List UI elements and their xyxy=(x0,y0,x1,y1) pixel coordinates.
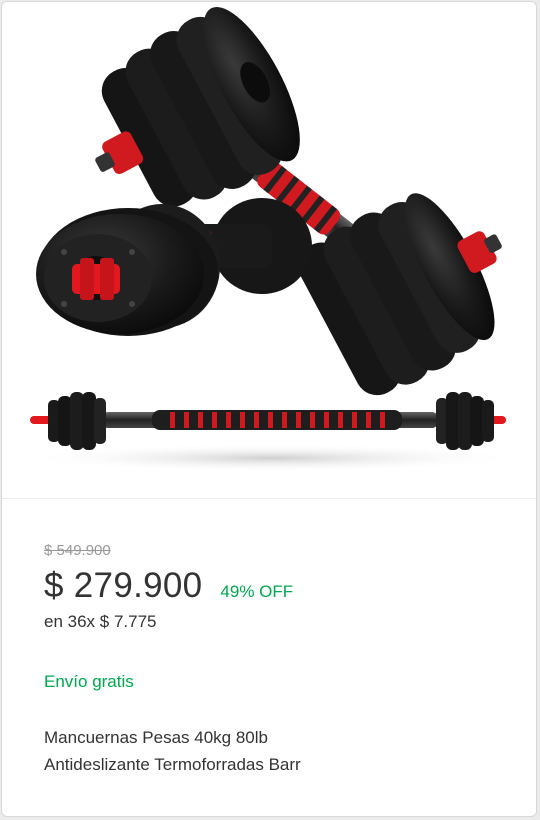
floor-shadow xyxy=(22,444,522,472)
top-dumbbell xyxy=(95,6,502,396)
product-card[interactable]: $ 549.900 $ 279.900 49% OFF en 36x $ 7.7… xyxy=(1,1,537,817)
divider xyxy=(2,498,536,499)
barbell xyxy=(30,392,506,450)
product-title[interactable]: Mancuernas Pesas 40kg 80lb Antideslizant… xyxy=(44,724,484,778)
product-title-line-1: Mancuernas Pesas 40kg 80lb xyxy=(44,728,268,747)
free-shipping-label: Envío gratis xyxy=(44,672,134,691)
discount-badge: 49% OFF xyxy=(220,582,294,601)
red-collar-front xyxy=(72,258,120,300)
dumbbell-illustration xyxy=(22,6,522,472)
product-info: $ 549.900 $ 279.900 49% OFF en 36x $ 7.7… xyxy=(44,542,514,778)
installments-text: en 36x $ 7.775 xyxy=(44,612,157,631)
current-price: $ 279.900 xyxy=(44,566,203,605)
price-row: $ 279.900 49% OFF xyxy=(44,566,514,606)
product-image[interactable] xyxy=(2,2,536,498)
front-dumbbell xyxy=(36,198,312,336)
product-title-line-2: Antideslizante Termoforradas Barr xyxy=(44,755,301,774)
original-price: $ 549.900 xyxy=(44,542,111,559)
